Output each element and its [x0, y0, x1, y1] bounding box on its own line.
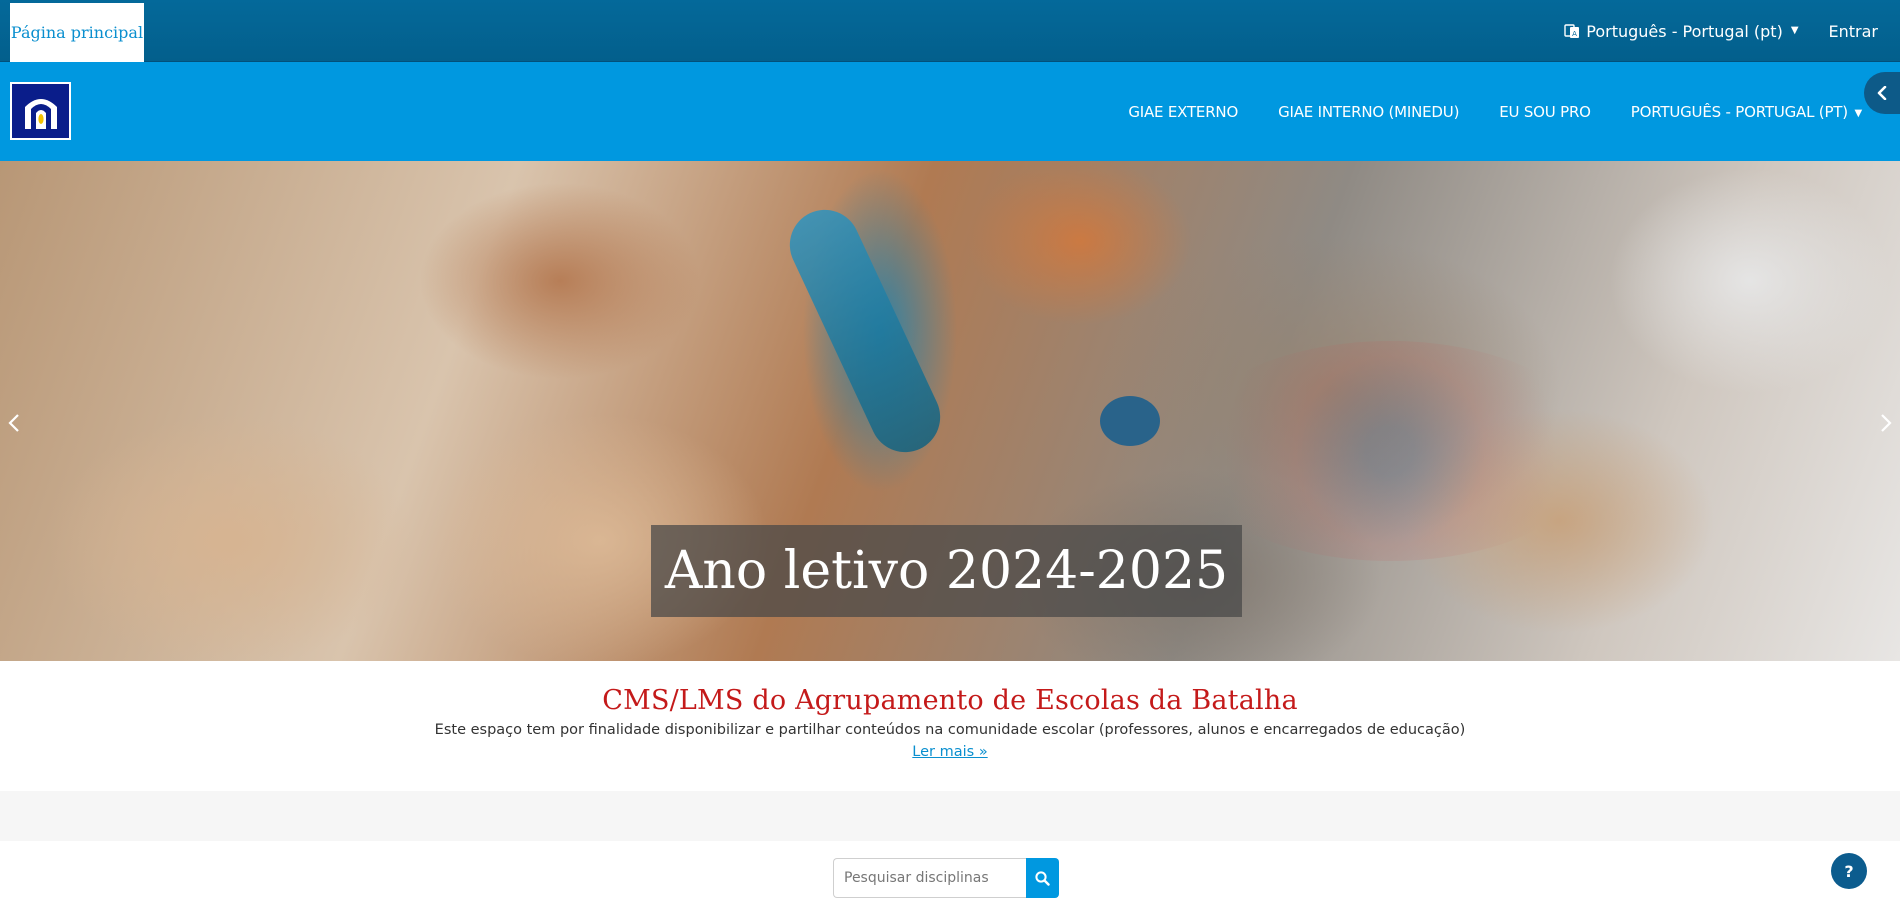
chevron-left-icon	[1877, 86, 1887, 100]
intro-text: Este espaço tem por finalidade disponibi…	[434, 722, 1466, 738]
chevron-left-icon	[8, 414, 19, 432]
chevron-right-icon	[1881, 414, 1892, 432]
school-logo[interactable]	[10, 82, 71, 140]
language-label: Português - Portugal (pt)	[1586, 21, 1783, 41]
home-tab[interactable]: Página principal	[10, 3, 144, 62]
nav-language-label: PORTUGUÊS - PORTUGAL (PT)	[1630, 102, 1848, 121]
login-link[interactable]: Entrar	[1829, 22, 1878, 41]
help-button[interactable]: ?	[1831, 853, 1867, 889]
main-navbar: GIAE EXTERNO GIAE INTERNO (MINEDU) EU SO…	[0, 62, 1900, 161]
top-bar: Página principal A Português - Portugal …	[0, 0, 1900, 62]
nav-link-giae-externo[interactable]: GIAE EXTERNO	[1128, 103, 1238, 121]
carousel-prev-button[interactable]	[2, 411, 26, 435]
carousel-next-button[interactable]	[1874, 411, 1898, 435]
search-input[interactable]	[833, 858, 1026, 898]
hero-image-texture	[1180, 341, 1600, 561]
search-icon	[1035, 870, 1050, 886]
intro-title: CMS/LMS do Agrupamento de Escolas da Bat…	[602, 685, 1298, 716]
nav-link-giae-interno[interactable]: GIAE INTERNO (MINEDU)	[1278, 103, 1459, 121]
nav-language-menu[interactable]: PORTUGUÊS - PORTUGAL (PT) ▼	[1631, 103, 1862, 121]
hero-caption: Ano letivo 2024-2025	[651, 525, 1242, 617]
section-divider	[0, 791, 1900, 841]
read-more-link[interactable]: Ler mais »	[912, 744, 987, 760]
svg-text:A: A	[1572, 30, 1577, 38]
hero-carousel: Ano letivo 2024-2025	[0, 161, 1900, 661]
chevron-down-icon: ▼	[1790, 24, 1799, 36]
search-button[interactable]	[1026, 858, 1059, 898]
nav-links: GIAE EXTERNO GIAE INTERNO (MINEDU) EU SO…	[1088, 62, 1862, 161]
language-menu[interactable]: A Português - Portugal (pt) ▼	[1564, 21, 1799, 41]
course-search	[833, 858, 1059, 898]
top-right-menu: A Português - Portugal (pt) ▼ Entrar	[1564, 0, 1900, 62]
drawer-toggle-button[interactable]	[1864, 72, 1900, 114]
nav-link-eu-sou-pro[interactable]: EU SOU PRO	[1499, 103, 1591, 121]
hero-image-detail	[1100, 396, 1160, 446]
intro-section: CMS/LMS do Agrupamento de Escolas da Bat…	[0, 661, 1900, 791]
chevron-down-icon: ▼	[1854, 107, 1863, 119]
language-icon: A	[1564, 23, 1580, 39]
hero-image-pencil	[778, 198, 952, 464]
